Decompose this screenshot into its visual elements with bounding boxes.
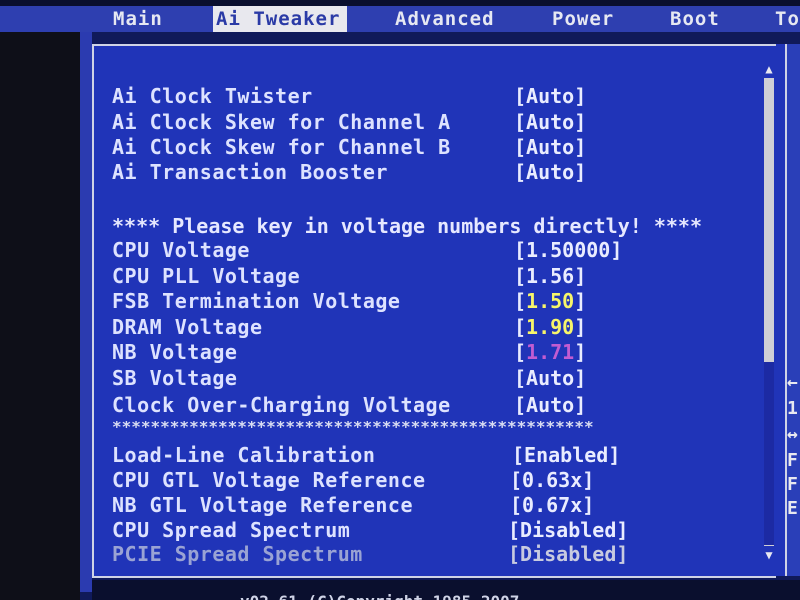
copyright-footer: v02.61 (C)Copyright 1985-2007 — [240, 592, 519, 600]
setting-value[interactable]: [1.56] — [514, 264, 586, 288]
setting-row-cpu-pll-voltage[interactable]: CPU PLL Voltage [1.56] — [112, 264, 752, 288]
setting-label: Ai Clock Skew for Channel B — [112, 135, 451, 159]
setting-label: SB Voltage — [112, 366, 238, 390]
value-bracket-close: ] — [574, 289, 587, 313]
setting-label: PCIE Spread Spectrum — [112, 542, 363, 566]
tab-main[interactable]: Main — [110, 6, 166, 32]
setting-label: CPU Spread Spectrum — [112, 518, 351, 542]
help-arrow-icon: ← — [787, 372, 798, 393]
tab-ai-tweaker[interactable]: Ai Tweaker — [213, 6, 347, 32]
setting-label: Load-Line Calibration — [112, 443, 376, 467]
value-bracket-open: [ — [514, 289, 527, 313]
setting-row-load-line-calibration[interactable]: Load-Line Calibration [Enabled] — [112, 443, 752, 467]
help-glyph-1: 1 — [787, 398, 798, 419]
help-glyph-f2: F — [787, 474, 798, 495]
setting-label: NB Voltage — [112, 340, 238, 364]
setting-row-pcie-spread-spectrum[interactable]: PCIE Spread Spectrum [Disabled] — [112, 542, 752, 566]
setting-row-fsb-termination-voltage[interactable]: FSB Termination Voltage [1.50] — [112, 289, 752, 313]
setting-label: Ai Clock Twister — [112, 84, 313, 108]
setting-row-ai-clock-twister[interactable]: Ai Clock Twister [Auto] — [112, 84, 752, 108]
help-pane — [785, 44, 800, 576]
value-number: 1.71 — [526, 340, 575, 364]
setting-row-sb-voltage[interactable]: SB Voltage [Auto] — [112, 366, 752, 390]
setting-label: NB GTL Voltage Reference — [112, 493, 413, 517]
setting-value[interactable]: [Auto] — [514, 393, 586, 417]
setting-label: Clock Over-Charging Voltage — [112, 393, 451, 417]
value-number: 1.50 — [526, 289, 575, 313]
scroll-thumb[interactable] — [764, 362, 774, 545]
setting-label: CPU PLL Voltage — [112, 264, 301, 288]
separator-line: ****************************************… — [112, 421, 594, 433]
setting-label: CPU Voltage — [112, 238, 250, 262]
setting-value[interactable]: [Enabled] — [512, 443, 620, 467]
setting-label: Ai Clock Skew for Channel A — [112, 110, 451, 134]
setting-value[interactable]: [Auto] — [514, 160, 586, 184]
setting-value[interactable]: [1.50] — [514, 289, 586, 313]
help-glyph-e: E — [787, 498, 798, 519]
menu-bar: Main Ai Tweaker Advanced Power Boot To — [0, 6, 800, 32]
bios-screen: Main Ai Tweaker Advanced Power Boot To ←… — [0, 0, 800, 600]
tab-boot[interactable]: Boot — [667, 6, 723, 32]
setting-value[interactable]: [Auto] — [514, 366, 586, 390]
setting-row-clock-skew-b[interactable]: Ai Clock Skew for Channel B [Auto] — [112, 135, 752, 159]
scroll-up-icon[interactable]: ▲ — [762, 62, 776, 76]
setting-row-dram-voltage[interactable]: DRAM Voltage [1.90] — [112, 315, 752, 339]
setting-row-clock-over-charging-voltage[interactable]: Clock Over-Charging Voltage [Auto] — [112, 393, 752, 417]
setting-row-cpu-voltage[interactable]: CPU Voltage [1.50000] — [112, 238, 752, 262]
setting-value[interactable]: [0.63x] — [510, 468, 594, 492]
help-glyph-f1: F — [787, 450, 798, 471]
setting-row-clock-skew-a[interactable]: Ai Clock Skew for Channel A [Auto] — [112, 110, 752, 134]
setting-value[interactable]: [1.90] — [514, 315, 586, 339]
setting-row-cpu-gtl-voltage-reference[interactable]: CPU GTL Voltage Reference [0.63x] — [112, 468, 752, 492]
setting-value[interactable]: [Auto] — [514, 84, 586, 108]
voltage-notice: **** Please key in voltage numbers direc… — [112, 214, 703, 238]
value-bracket-open: [ — [514, 340, 527, 364]
value-number: 1.90 — [526, 315, 575, 339]
tab-tools[interactable]: To — [772, 6, 800, 32]
setting-value[interactable]: [0.67x] — [510, 493, 594, 517]
setting-value[interactable]: [Auto] — [514, 110, 586, 134]
setting-row-transaction-booster[interactable]: Ai Transaction Booster [Auto] — [112, 160, 752, 184]
setting-value[interactable]: [1.71] — [514, 340, 586, 364]
scrollbar[interactable]: ▲ ▼ — [762, 62, 776, 562]
value-bracket-close: ] — [574, 315, 587, 339]
tab-advanced[interactable]: Advanced — [392, 6, 498, 32]
screen-bezel — [0, 32, 80, 600]
setting-value[interactable]: [Auto] — [514, 135, 586, 159]
setting-label: Ai Transaction Booster — [112, 160, 388, 184]
setting-label: DRAM Voltage — [112, 315, 263, 339]
help-updown-icon: ↔ — [787, 424, 798, 445]
setting-label: FSB Termination Voltage — [112, 289, 401, 313]
left-border-strip — [80, 32, 92, 592]
setting-row-nb-voltage[interactable]: NB Voltage [1.71] — [112, 340, 752, 364]
scroll-down-icon[interactable]: ▼ — [762, 548, 776, 562]
setting-value[interactable]: [Disabled] — [508, 542, 628, 566]
value-bracket-open: [ — [514, 315, 527, 339]
setting-label: CPU GTL Voltage Reference — [112, 468, 426, 492]
setting-row-nb-gtl-voltage-reference[interactable]: NB GTL Voltage Reference [0.67x] — [112, 493, 752, 517]
tab-power[interactable]: Power — [549, 6, 617, 32]
setting-value[interactable]: [1.50000] — [514, 238, 622, 262]
setting-value[interactable]: [Disabled] — [508, 518, 628, 542]
setting-row-cpu-spread-spectrum[interactable]: CPU Spread Spectrum [Disabled] — [112, 518, 752, 542]
value-bracket-close: ] — [574, 340, 587, 364]
